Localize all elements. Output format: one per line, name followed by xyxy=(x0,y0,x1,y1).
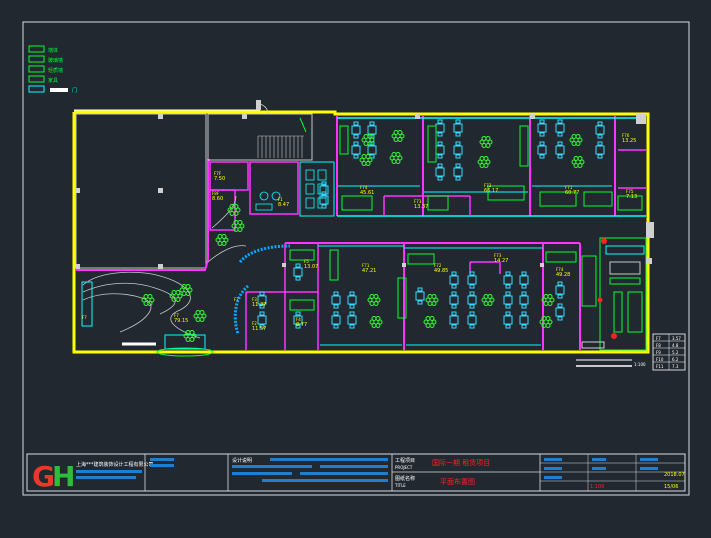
approval-bar xyxy=(150,464,174,467)
room-area: 66.17 xyxy=(484,188,498,194)
schedule-cell: 6.2 xyxy=(672,357,679,362)
legend-label-partition: 轻质墙 xyxy=(48,67,63,74)
project-label-en: PROJECT xyxy=(395,465,413,470)
room-area: 8.77 xyxy=(296,322,307,328)
column xyxy=(158,114,163,119)
scale-value: 1:100 xyxy=(590,484,604,490)
room-area: 7.50 xyxy=(214,176,225,182)
cad-drawing: 墙体 玻璃墙 轻质墙 家具 门 F7F7.50F8F8.60 F18.47F74… xyxy=(0,0,711,538)
company-logo-h: H xyxy=(52,460,75,493)
legend-label-wall: 墙体 xyxy=(48,47,58,54)
company-address-bar xyxy=(76,470,142,473)
drawing-title-label: 图纸名称 xyxy=(395,475,415,482)
drawing-title: 平面布置图 xyxy=(440,477,475,486)
meta-label-bar xyxy=(544,458,562,461)
notes-line xyxy=(232,472,292,475)
company-address-bar xyxy=(76,476,136,479)
room-area: 60.77 xyxy=(565,190,579,196)
room-area: 11.37 xyxy=(252,302,266,308)
notes-line xyxy=(300,472,388,475)
date-value: 2018.07 xyxy=(664,472,685,478)
company-name: 上海***建筑装饰设计工程有限公司 xyxy=(76,461,154,468)
room-area: 47.21 xyxy=(362,268,376,274)
room-area: 14.27 xyxy=(494,258,508,264)
column xyxy=(76,188,80,193)
room-area: 11.57 xyxy=(252,326,266,332)
notes-line xyxy=(270,458,388,461)
room-area: 45.61 xyxy=(360,190,374,196)
project-label: 工程项目 xyxy=(395,457,415,464)
scale-label: 1:100 xyxy=(634,362,646,367)
schedule-cell: F8 xyxy=(656,343,661,348)
room-code: F7 xyxy=(82,315,87,320)
project-name: 国际一期 租赁项目 xyxy=(432,458,490,467)
room-area: 49.28 xyxy=(556,272,570,278)
schedule-cell: F11 xyxy=(656,364,664,369)
meta-label-bar xyxy=(592,458,606,461)
meta-label-bar xyxy=(640,467,658,470)
column xyxy=(158,188,163,193)
meta-label-bar xyxy=(592,467,606,470)
schedule-cell: 5.2 xyxy=(672,350,679,355)
room-area: 79.15 xyxy=(174,318,188,324)
meta-label-bar xyxy=(640,458,658,461)
notes-line xyxy=(262,479,388,482)
room-area: 13.25 xyxy=(622,138,636,144)
room-code: F7 xyxy=(234,297,239,302)
notes-line xyxy=(232,465,312,468)
schedule-cell: 4.8 xyxy=(672,343,679,348)
room-area: 49.85 xyxy=(434,268,448,274)
column xyxy=(242,114,247,119)
meta-label-bar xyxy=(544,476,562,479)
legend-label-glass: 玻璃墙 xyxy=(48,57,63,64)
room-area: 13.07 xyxy=(304,264,318,270)
legend-label-door: 门 xyxy=(72,87,77,94)
design-notes-label: 设计说明 xyxy=(232,457,252,464)
legend-door-bar xyxy=(50,88,68,92)
sheet-number: 15/06 xyxy=(664,484,678,490)
schedule-cell: F9 xyxy=(656,350,661,355)
approval-bar xyxy=(150,458,174,461)
schedule-cell: 3.57 xyxy=(672,336,681,341)
room-area: 13.37 xyxy=(414,204,428,210)
room-area: 7.13 xyxy=(626,194,637,200)
notes-line xyxy=(320,465,388,468)
schedule-cell: F7 xyxy=(656,336,661,341)
room-area: 8.60 xyxy=(212,196,223,202)
entry-door xyxy=(256,100,261,110)
schedule-cell: 7.3 xyxy=(672,364,679,369)
room-area: 8.47 xyxy=(278,202,289,208)
column xyxy=(76,264,80,269)
meta-label-bar xyxy=(544,467,562,470)
legend-label-furniture: 家具 xyxy=(48,77,58,84)
column xyxy=(158,264,163,269)
schedule-cell: F10 xyxy=(656,357,664,362)
drawing-title-label-en: TITLE xyxy=(394,483,406,488)
